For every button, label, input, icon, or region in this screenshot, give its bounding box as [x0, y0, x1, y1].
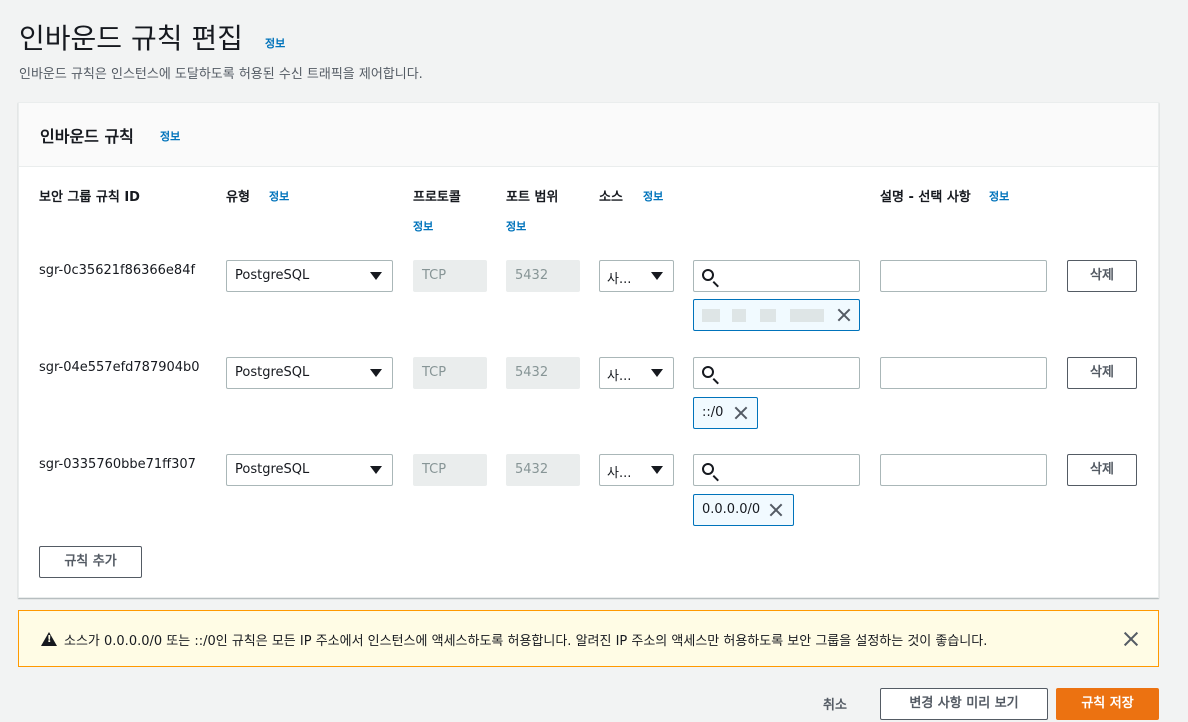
- col-header-port-range: 포트 범위: [506, 190, 559, 205]
- col-header-source: 소스: [599, 190, 623, 205]
- warning-alert: 소스가 0.0.0.0/0 또는 ::/0인 규칙은 모든 IP 주소에서 인스…: [18, 610, 1159, 667]
- col-header-rule-id: 보안 그룹 규칙 ID: [39, 190, 140, 205]
- cancel-button[interactable]: 취소: [823, 694, 847, 713]
- delete-rule-button[interactable]: 삭제: [1067, 260, 1137, 292]
- protocol-field: TCP: [413, 454, 487, 486]
- delete-rule-button[interactable]: 삭제: [1067, 357, 1137, 389]
- description-input[interactable]: [880, 260, 1047, 292]
- source-type-value: 사...: [607, 466, 632, 481]
- caret-down-icon: [370, 369, 382, 377]
- rule-id: sgr-04e557efd787904b0: [39, 360, 200, 375]
- caret-down-icon: [651, 466, 663, 474]
- remove-token-icon[interactable]: [733, 405, 749, 421]
- delete-rule-button[interactable]: 삭제: [1067, 454, 1137, 486]
- col-header-type: 유형: [226, 190, 250, 205]
- source-type-select[interactable]: 사...: [599, 260, 674, 292]
- page-description: 인바운드 규칙은 인스턴스에 도달하도록 허용된 수신 트래픽을 제어합니다.: [19, 67, 423, 82]
- type-select[interactable]: PostgreSQL: [226, 260, 393, 292]
- type-select[interactable]: PostgreSQL: [226, 454, 393, 486]
- caret-down-icon: [370, 466, 382, 474]
- source-search-input[interactable]: [722, 265, 854, 287]
- port-range-field: 5432: [506, 260, 580, 292]
- search-icon: [702, 366, 714, 378]
- add-rule-button[interactable]: 규칙 추가: [39, 546, 142, 578]
- source-token: [693, 299, 860, 331]
- protocol-info-link[interactable]: 정보: [413, 218, 433, 234]
- type-info-link[interactable]: 정보: [269, 188, 289, 204]
- close-icon[interactable]: [1122, 630, 1140, 648]
- source-type-value: 사...: [607, 272, 632, 287]
- col-header-description: 설명 - 선택 사항: [880, 190, 971, 205]
- source-search-input[interactable]: [722, 459, 854, 481]
- warning-icon: [41, 632, 57, 646]
- source-token-value: ::/0: [702, 405, 724, 420]
- page-title: 인바운드 규칙 편집: [19, 22, 243, 55]
- search-icon: [702, 463, 714, 475]
- source-search[interactable]: [693, 357, 860, 389]
- page-info-link[interactable]: 정보: [265, 35, 285, 51]
- type-select-value: PostgreSQL: [235, 462, 310, 477]
- source-search[interactable]: [693, 260, 860, 292]
- type-select-value: PostgreSQL: [235, 268, 310, 283]
- panel-title: 인바운드 규칙: [40, 127, 134, 146]
- panel-info-link[interactable]: 정보: [160, 128, 180, 144]
- description-input[interactable]: [880, 454, 1047, 486]
- search-icon: [702, 269, 714, 281]
- caret-down-icon: [651, 369, 663, 377]
- source-type-select[interactable]: 사...: [599, 454, 674, 486]
- redacted-block: [760, 309, 776, 322]
- remove-token-icon[interactable]: [836, 307, 852, 323]
- source-token: 0.0.0.0/0: [693, 494, 794, 526]
- source-token-value: 0.0.0.0/0: [702, 502, 761, 517]
- source-search[interactable]: [693, 454, 860, 486]
- inbound-rules-panel: 인바운드 규칙 정보 보안 그룹 규칙 ID 유형 정보 프로토콜 정보 포트 …: [18, 102, 1159, 598]
- port-range-field: 5432: [506, 357, 580, 389]
- col-header-protocol: 프로토콜: [413, 190, 461, 205]
- source-type-select[interactable]: 사...: [599, 357, 674, 389]
- redacted-block: [702, 309, 720, 322]
- rule-id: sgr-0c35621f86366e84f: [39, 263, 196, 278]
- preview-changes-button[interactable]: 변경 사항 미리 보기: [880, 688, 1048, 720]
- port-info-link[interactable]: 정보: [506, 218, 526, 234]
- redacted-block: [732, 309, 746, 322]
- port-range-field: 5432: [506, 454, 580, 486]
- warning-text: 소스가 0.0.0.0/0 또는 ::/0인 규칙은 모든 IP 주소에서 인스…: [64, 634, 988, 649]
- source-token: ::/0: [693, 397, 758, 429]
- type-select[interactable]: PostgreSQL: [226, 357, 393, 389]
- protocol-field: TCP: [413, 357, 487, 389]
- type-select-value: PostgreSQL: [235, 365, 310, 380]
- remove-token-icon[interactable]: [768, 502, 784, 518]
- redacted-block: [790, 309, 824, 322]
- save-rules-button[interactable]: 규칙 저장: [1056, 688, 1159, 720]
- rule-id: sgr-0335760bbe71ff307: [39, 457, 196, 472]
- source-search-input[interactable]: [722, 362, 854, 384]
- source-type-value: 사...: [607, 369, 632, 384]
- protocol-field: TCP: [413, 260, 487, 292]
- caret-down-icon: [370, 272, 382, 280]
- source-info-link[interactable]: 정보: [643, 188, 663, 204]
- panel-header: [19, 103, 1158, 167]
- description-info-link[interactable]: 정보: [989, 188, 1009, 204]
- description-input[interactable]: [880, 357, 1047, 389]
- caret-down-icon: [651, 272, 663, 280]
